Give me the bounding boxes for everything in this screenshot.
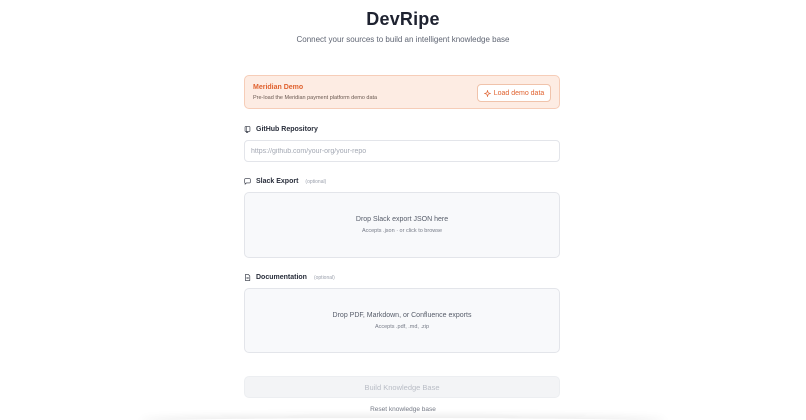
github-repo-input[interactable] — [244, 140, 560, 162]
slack-section-label: Slack Export (optional) — [244, 177, 560, 186]
slack-label: Slack Export — [256, 178, 299, 185]
build-knowledge-base-button[interactable]: Build Knowledge Base — [244, 376, 560, 398]
app-title: DevRipe — [366, 9, 440, 29]
demo-description: Pre-load the Meridian payment platform d… — [253, 95, 378, 101]
reset-knowledge-base-link[interactable]: Reset knowledge base — [0, 406, 806, 413]
app-subtitle: Connect your sources to build an intelli… — [296, 35, 510, 44]
load-demo-label: Load demo data — [493, 89, 545, 97]
docs-label: Documentation — [256, 274, 307, 281]
repo-icon — [244, 126, 251, 133]
slack-accepts-text: Accepts .json · or click to browse — [361, 228, 443, 234]
docs-drop-text: Drop PDF, Markdown, or Confluence export… — [332, 312, 472, 319]
slack-drop-text: Drop Slack export JSON here — [355, 216, 449, 223]
slack-dropzone[interactable]: Drop Slack export JSON here Accepts .jso… — [244, 192, 560, 258]
github-label: GitHub Repository — [256, 126, 318, 133]
docs-accepts-text: Accepts .pdf, .md, .zip — [374, 324, 430, 330]
demo-title: Meridian Demo — [253, 84, 304, 91]
docs-section-label: Documentation (optional) — [244, 273, 560, 282]
document-icon — [244, 274, 251, 281]
sparkle-icon — [483, 89, 491, 97]
docs-dropzone[interactable]: Drop PDF, Markdown, or Confluence export… — [244, 288, 560, 353]
docs-optional-tag: (optional) — [313, 274, 335, 281]
slack-optional-tag: (optional) — [305, 178, 327, 185]
page: DevRipe Connect your sources to build an… — [0, 0, 806, 420]
github-section-label: GitHub Repository — [244, 125, 560, 134]
demo-banner: Meridian Demo Pre-load the Meridian paym… — [244, 75, 560, 109]
chat-bubble-icon — [244, 178, 251, 185]
load-demo-button[interactable]: Load demo data — [477, 84, 551, 102]
